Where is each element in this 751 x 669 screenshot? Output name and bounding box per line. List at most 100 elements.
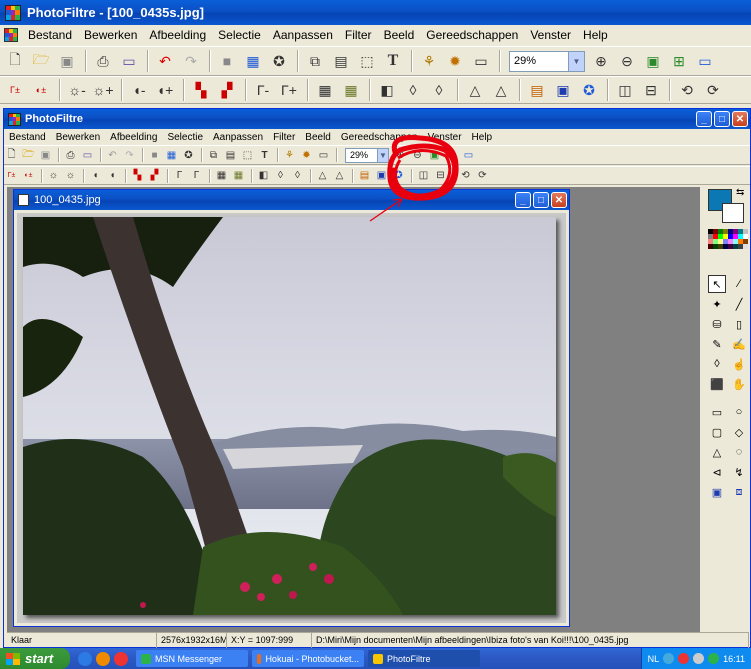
close-button[interactable]: ✕ [551,192,567,208]
text-icon[interactable]: T [257,148,272,163]
saturation-plus-icon[interactable]: ▞ [215,78,239,102]
task-photobucket[interactable]: Hokuai - Photobucket... [252,650,364,667]
gamma-plus-icon[interactable]: Γ+ [277,78,301,102]
flip-vertical-icon[interactable]: ⊟ [433,168,448,183]
menu-gereedschappen[interactable]: Gereedschappen [420,28,524,42]
mode-b-icon[interactable]: ⧈ [730,483,748,501]
crop-icon[interactable]: ⬚ [355,49,379,73]
menu-aanpassen[interactable]: Aanpassen [267,28,339,42]
inner-menu-filter[interactable]: Filter [268,132,300,143]
scanner-icon[interactable]: ▭ [80,148,95,163]
messenger-tray-icon[interactable] [708,653,720,664]
colors-icon[interactable]: ▦ [241,49,265,73]
grid-filter-icon[interactable]: ▦ [313,78,337,102]
rotate-left-icon[interactable]: ⟲ [458,168,473,183]
eyedropper-tool-icon[interactable]: ∕ [730,275,748,293]
auto-contrast-icon[interactable]: ◐± [29,78,53,102]
redo-icon[interactable]: ↷ [122,148,137,163]
texture-icon[interactable]: ◧ [256,168,271,183]
effect-a-icon[interactable]: △ [463,78,487,102]
spray-tool-icon[interactable]: ▯ [730,315,748,333]
task-msn-messenger[interactable]: MSN Messenger [136,650,248,667]
explorer-icon[interactable]: ▭ [469,49,493,73]
gamma-plus-icon[interactable]: Γ [189,168,204,183]
mode-a-icon[interactable]: ▣ [708,483,726,501]
auto-contrast-icon[interactable]: ◐± [21,168,36,183]
volume-icon[interactable] [693,653,705,664]
tree-icon[interactable]: ⚘ [282,148,297,163]
sharpen-icon[interactable]: ◊ [290,168,305,183]
contrast-plus-icon[interactable]: ◖+ [153,78,177,102]
sepia-icon[interactable]: ▣ [551,78,575,102]
menu-beeld[interactable]: Beeld [378,28,421,42]
gradient-icon[interactable]: ▤ [357,168,372,183]
auto-levels-icon[interactable]: Γ± [4,168,19,183]
gradient-icon[interactable]: ▤ [525,78,549,102]
brightness-plus-icon[interactable]: ☼+ [91,78,115,102]
lasso-select-icon[interactable]: ◌ [730,443,748,461]
effect-b-icon[interactable]: △ [489,78,513,102]
sepia-icon[interactable]: ▣ [374,168,389,183]
freehand-select-icon[interactable]: ↯ [730,463,748,481]
scanner-icon[interactable]: ▭ [117,49,141,73]
crop-icon[interactable]: ⬚ [240,148,255,163]
stamp-tool-icon[interactable]: ⬛ [708,375,726,393]
media-player-icon[interactable] [96,651,110,666]
pixelate-icon[interactable]: ▦ [231,168,246,183]
brightness-minus-icon[interactable]: ☼- [65,78,89,102]
texture-icon[interactable]: ◧ [375,78,399,102]
network-icon[interactable] [663,653,675,664]
grayscale-icon[interactable]: ■ [147,148,162,163]
inner-menu-aanpassen[interactable]: Aanpassen [208,132,268,143]
flip-horizontal-icon[interactable]: ◫ [613,78,637,102]
new-file-icon[interactable]: 🗋 [3,49,27,73]
fullscreen-icon[interactable]: ▭ [693,49,717,73]
new-file-icon[interactable]: 🗋 [4,148,19,163]
canvas-size-icon[interactable]: ▤ [223,148,238,163]
transform-icon[interactable]: ✪ [577,78,601,102]
internet-explorer-icon[interactable] [78,651,92,666]
tree-icon[interactable]: ⚘ [417,49,441,73]
fill-tool-icon[interactable]: ⛁ [708,315,726,333]
undo-icon[interactable]: ↶ [153,49,177,73]
undo-icon[interactable]: ↶ [105,148,120,163]
photo-canvas[interactable] [23,217,556,615]
menu-afbeelding[interactable]: Afbeelding [143,28,212,42]
flip-vertical-icon[interactable]: ⊟ [639,78,663,102]
chevron-down-icon[interactable]: ▼ [568,51,584,71]
redo-icon[interactable]: ↷ [179,49,203,73]
inner-menu-selectie[interactable]: Selectie [162,132,208,143]
inner-menu-beeld[interactable]: Beeld [300,132,336,143]
maximize-button[interactable]: □ [533,192,549,208]
print-icon[interactable]: ⎙ [91,49,115,73]
line-tool-icon[interactable]: ╱ [730,295,748,313]
brightness-minus-icon[interactable]: ☼ [46,168,61,183]
triangle-select-icon[interactable]: △ [708,443,726,461]
plugin-icon[interactable]: ✹ [299,148,314,163]
print-icon[interactable]: ⎙ [63,148,78,163]
chevron-down-icon[interactable]: ▼ [377,148,388,162]
colors-icon[interactable]: ▦ [164,148,179,163]
task-photofiltre[interactable]: PhotoFiltre [368,650,480,667]
blur-tool-icon[interactable]: ◊ [708,355,726,373]
contrast-minus-icon[interactable]: ◖ [88,168,103,183]
run-icon[interactable]: ✪ [267,49,291,73]
menu-filter[interactable]: Filter [339,28,378,42]
language-indicator[interactable]: NL [648,654,660,664]
gamma-minus-icon[interactable]: Γ [172,168,187,183]
save-icon[interactable]: ▣ [55,49,79,73]
blur-icon[interactable]: ◊ [401,78,425,102]
background-color-swatch[interactable] [722,203,744,223]
sharpen-icon[interactable]: ◊ [427,78,451,102]
brush-tool-icon[interactable]: ✎ [708,335,726,353]
grid-filter-icon[interactable]: ▦ [214,168,229,183]
rotate-right-icon[interactable]: ⟳ [475,168,490,183]
effect-b-icon[interactable]: △ [332,168,347,183]
inner-zoom-select[interactable]: 29% ▼ [345,147,389,163]
diamond-select-icon[interactable]: ◇ [730,423,748,441]
smudge-tool-icon[interactable]: ☝ [730,355,748,373]
rectangle-select-icon[interactable]: ▭ [708,403,726,421]
fullscreen-icon[interactable]: ▭ [461,148,476,163]
inner-menu-help[interactable]: Help [467,132,498,143]
fit-window-icon[interactable]: ⊞ [444,148,459,163]
